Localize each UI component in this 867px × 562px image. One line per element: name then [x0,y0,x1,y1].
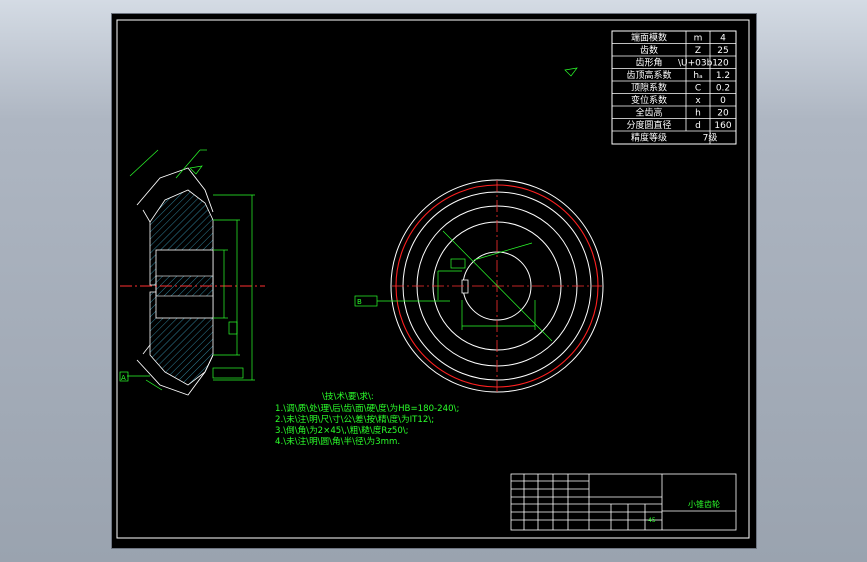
note-4: 4.\未\注\明\圆\角\半\径\为3mm. [275,435,400,447]
param-symbol: \U+03b1 [678,59,718,69]
param-name: 全齿高 [635,107,662,119]
param-name: 端面模数 [631,32,667,44]
param-symbol: d [695,121,701,131]
note-1: 1.\调\质\处\理\后\齿\面\硬\度\为HB=180-240\; [275,402,459,414]
param-symbol: h [695,109,701,119]
param-symbol: m [694,34,703,44]
datum-a-label: A [121,374,126,382]
param-value: 160 [714,121,731,131]
text-layer: 端面模数 m 4齿数 Z 25齿形角 \U+03b1 20齿顶高系数 hₐ 1.2顶隙系数 C 0.… [121,32,736,524]
param-value: 0.2 [716,84,730,94]
param-value: 7级 [703,132,718,144]
technical-notes: \技\术\要\求\: 1.\调\质\处\理\后\齿\面\硬\度\为HB=180-… [275,390,459,447]
param-name: 分度圆直径 [626,119,671,131]
param-value: 4 [720,34,726,44]
param-value: 25 [717,46,728,56]
parameter-rows: 端面模数 m 4齿数 Z 25齿形角 \U+03b1 20齿顶高系数 hₐ 1.2顶隙系数 C 0.… [612,32,736,144]
param-name: 顶隙系数 [631,82,667,94]
param-name: 齿数 [640,44,658,56]
param-symbol: x [695,96,701,106]
note-2: 2.\未\注\明\尺\寸\公\差\按\精\度\为IT12\; [275,413,434,425]
param-name: 变位系数 [631,94,667,106]
param-value: 1.2 [716,71,730,81]
param-name: 齿形角 [635,57,662,69]
param-symbol: Z [695,46,701,56]
datum-b-label: B [357,298,362,306]
param-value: 20 [717,59,729,69]
param-value: 20 [717,109,729,119]
notes-title: \技\术\要\求\: [322,390,374,402]
param-name: 齿顶高系数 [626,69,671,81]
material-label: 45 [648,517,656,524]
param-symbol: C [695,84,701,94]
param-symbol: hₐ [693,71,702,81]
part-name: 小锥齿轮 [688,499,720,509]
note-3: 3.\倒\角\为2×45\,\粗\糙\度Rz50\; [275,424,409,436]
param-value: 0 [720,96,726,106]
param-name: 精度等级 [631,132,667,144]
